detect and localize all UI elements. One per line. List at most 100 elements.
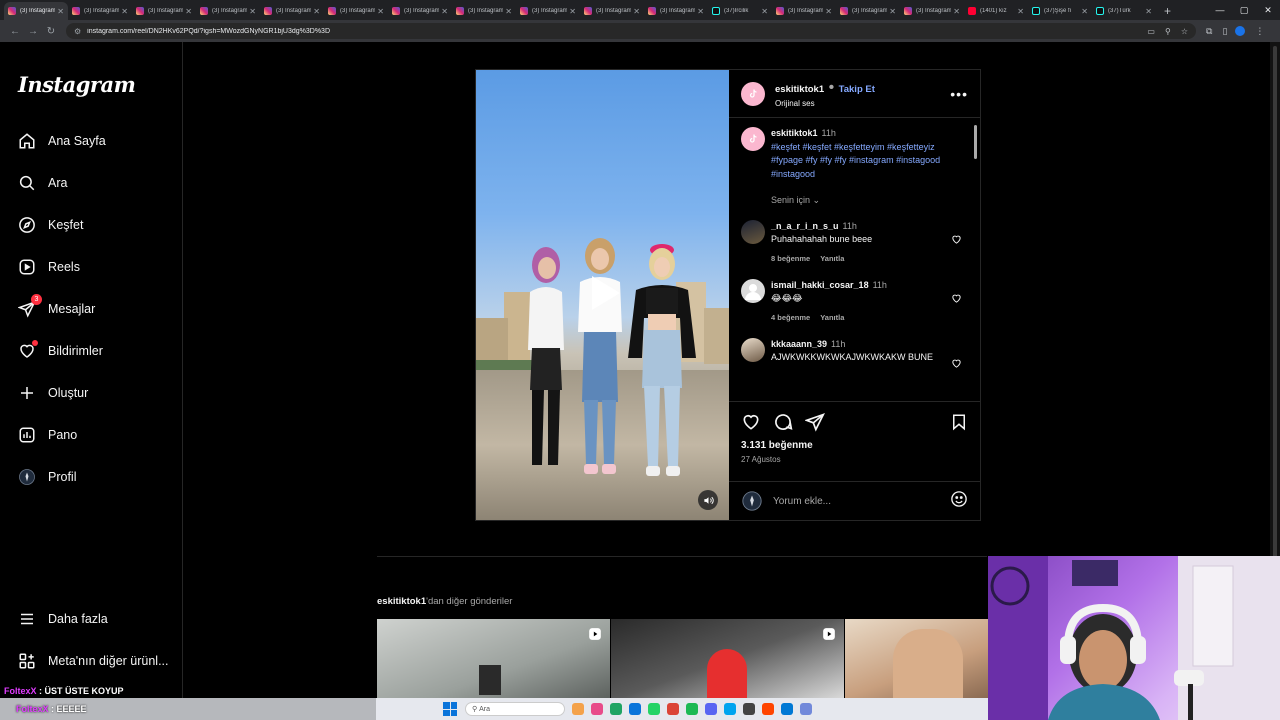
close-tab-icon[interactable]: ✕: [57, 7, 64, 16]
browser-tab[interactable]: (3) Instagram ✕: [580, 2, 644, 20]
browser-tab[interactable]: (37)Şişe fı ✕: [1028, 2, 1092, 20]
taskbar-app-icon[interactable]: [629, 703, 641, 715]
share-send-icon[interactable]: [805, 412, 825, 432]
more-post-thumbnail[interactable]: [377, 619, 610, 698]
browser-tab[interactable]: (3) Instagram ✕: [452, 2, 516, 20]
browser-tab[interactable]: (1401) kız ✕: [964, 2, 1028, 20]
browser-tab[interactable]: (3) Instagram ✕: [836, 2, 900, 20]
caption-username[interactable]: eskitiktok1: [771, 128, 818, 138]
taskbar-app-icon[interactable]: [610, 703, 622, 715]
taskbar-app-icon[interactable]: [743, 703, 755, 715]
sidebar-panel-icon[interactable]: ▯: [1222, 26, 1227, 37]
browser-tab[interactable]: (3) Instagram ✕: [900, 2, 964, 20]
taskbar-app-icon[interactable]: [762, 703, 774, 715]
nav-notifications[interactable]: Bildirimler: [18, 338, 103, 364]
more-post-thumbnail[interactable]: [845, 619, 988, 698]
cast-icon[interactable]: ▭: [1147, 27, 1155, 36]
close-tab-icon[interactable]: ✕: [313, 7, 320, 16]
browser-tab[interactable]: (3) Instagram ✕: [516, 2, 580, 20]
nav-profile[interactable]: Profil: [18, 464, 76, 490]
commenter-username[interactable]: _n_a_r_i_n_s_u: [771, 221, 839, 231]
more-post-thumbnail[interactable]: [611, 619, 844, 698]
maximize-button[interactable]: ▢: [1232, 0, 1256, 20]
comments-scrollbar[interactable]: [973, 119, 978, 401]
comment-likes[interactable]: 4 beğenme: [771, 313, 810, 322]
close-tab-icon[interactable]: ✕: [761, 7, 768, 16]
comment-like-heart-icon[interactable]: [951, 291, 962, 309]
close-tab-icon[interactable]: ✕: [185, 7, 192, 16]
reply-button[interactable]: Yanıtla: [820, 254, 844, 263]
taskbar-search[interactable]: ⚲ Ara: [465, 702, 565, 716]
close-tab-icon[interactable]: ✕: [121, 7, 128, 16]
commenter-username[interactable]: kkkaaann_39: [771, 339, 827, 349]
taskbar-app-icon[interactable]: [667, 703, 679, 715]
comment-like-heart-icon[interactable]: [951, 232, 962, 250]
comment-input[interactable]: Yorum ekle...: [773, 496, 950, 507]
close-tab-icon[interactable]: ✕: [953, 7, 960, 16]
close-tab-icon[interactable]: ✕: [441, 7, 448, 16]
taskbar-app-icon[interactable]: [705, 703, 717, 715]
minimize-button[interactable]: —: [1208, 0, 1232, 20]
browser-tab[interactable]: (3) Instagram ✕: [644, 2, 708, 20]
instagram-logo[interactable]: Instagram: [18, 72, 136, 97]
close-tab-icon[interactable]: ✕: [1017, 7, 1024, 16]
taskbar-app-icon[interactable]: [572, 703, 584, 715]
zoom-icon[interactable]: ⚲: [1165, 27, 1171, 36]
commenter-avatar[interactable]: [741, 220, 765, 244]
browser-tab[interactable]: (3) Instagram ✕: [196, 2, 260, 20]
nav-reels[interactable]: Reels: [18, 254, 80, 280]
reload-icon[interactable]: ↻: [42, 26, 60, 37]
taskbar-app-icon[interactable]: [800, 703, 812, 715]
nav-dashboard[interactable]: Pano: [18, 422, 77, 448]
caption-author-avatar[interactable]: [741, 127, 765, 151]
close-tab-icon[interactable]: ✕: [889, 7, 896, 16]
audio-label[interactable]: Orijinal ses: [775, 99, 950, 108]
emoji-icon[interactable]: [950, 490, 968, 513]
browser-tab[interactable]: (3) Instagram ✕: [324, 2, 388, 20]
commenter-username[interactable]: ismail_hakki_cosar_18: [771, 280, 869, 290]
back-icon[interactable]: ←: [6, 26, 24, 37]
close-tab-icon[interactable]: ✕: [377, 7, 384, 16]
browser-tab[interactable]: (3) Instagram ✕: [68, 2, 132, 20]
comment-like-heart-icon[interactable]: [951, 356, 962, 374]
close-tab-icon[interactable]: ✕: [697, 7, 704, 16]
bookmark-icon[interactable]: [950, 412, 968, 432]
browser-tab[interactable]: (3) Instagram ✕: [388, 2, 452, 20]
profile-avatar[interactable]: [1235, 26, 1246, 36]
close-tab-icon[interactable]: ✕: [1081, 7, 1088, 16]
site-info-icon[interactable]: ⚙: [74, 27, 81, 36]
close-tab-icon[interactable]: ✕: [505, 7, 512, 16]
browser-tab[interactable]: (3) Instagram ✕: [260, 2, 324, 20]
caption-hashtags[interactable]: #keşfet #keşfet #keşfetteyim #keşfetteyi…: [771, 142, 940, 179]
nav-more[interactable]: Daha fazla: [18, 606, 108, 632]
comment-bubble-icon[interactable]: [773, 412, 793, 432]
new-tab-button[interactable]: +: [1156, 4, 1179, 20]
menu-icon[interactable]: ⋮: [1255, 26, 1264, 37]
comment-likes[interactable]: 8 beğenme: [771, 254, 810, 263]
address-bar[interactable]: ⚙ instagram.com/reel/DN2HKv62PQd/?igsh=M…: [66, 23, 1196, 39]
close-tab-icon[interactable]: ✕: [825, 7, 832, 16]
more-options-icon[interactable]: •••: [950, 86, 968, 102]
taskbar-app-icon[interactable]: [686, 703, 698, 715]
mute-button[interactable]: [698, 490, 718, 510]
scrollbar-thumb[interactable]: [1273, 46, 1277, 606]
taskbar-app-icon[interactable]: [648, 703, 660, 715]
browser-tab[interactable]: (37)Türk ✕: [1092, 2, 1156, 20]
taskbar-app-icon[interactable]: [781, 703, 793, 715]
commenter-avatar[interactable]: [741, 338, 765, 362]
bookmark-star-icon[interactable]: ☆: [1181, 27, 1188, 36]
nav-meta-products[interactable]: Meta'nın diğer ürünl...: [18, 648, 169, 674]
browser-tab[interactable]: (3) Instagram ✕: [4, 2, 68, 20]
browser-tab[interactable]: (37)Ircilik ✕: [708, 2, 772, 20]
close-tab-icon[interactable]: ✕: [249, 7, 256, 16]
close-tab-icon[interactable]: ✕: [569, 7, 576, 16]
follow-button[interactable]: Takip Et: [839, 84, 875, 95]
close-tab-icon[interactable]: ✕: [633, 7, 640, 16]
scrollbar-thumb[interactable]: [974, 125, 977, 159]
close-tab-icon[interactable]: ✕: [1145, 7, 1152, 16]
more-posts-author[interactable]: eskitiktok1: [377, 596, 426, 607]
nav-explore[interactable]: Keşfet: [18, 212, 83, 238]
reel-video[interactable]: [476, 70, 729, 520]
close-window-button[interactable]: ✕: [1256, 0, 1280, 20]
nav-create[interactable]: Oluştur: [18, 380, 88, 406]
